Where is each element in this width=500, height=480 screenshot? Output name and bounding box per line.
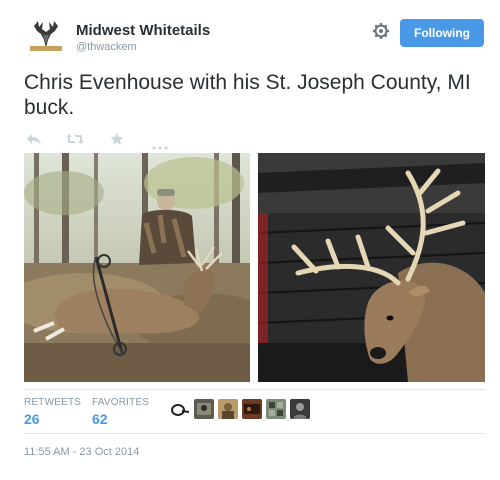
tweet-photo-hunter-with-buck[interactable] [24, 153, 250, 382]
tweet-timestamp[interactable]: 11:55 AM - 23 Oct 2014 [24, 446, 139, 458]
account-avatar[interactable] [28, 18, 64, 54]
avatar[interactable] [266, 399, 286, 419]
retweet-icon[interactable] [66, 132, 84, 146]
tweet-photo-buck-in-truck[interactable] [258, 153, 485, 382]
tweet-text: Chris Evenhouse with his St. Joseph Coun… [24, 71, 471, 119]
favorites-stat[interactable]: FAVORITES 62 [92, 397, 149, 427]
favorites-label: FAVORITES [92, 397, 150, 408]
more-icon[interactable] [152, 137, 168, 151]
tweet-actions [26, 132, 196, 151]
retweets-count[interactable]: 26 [24, 411, 81, 427]
avatar[interactable] [218, 399, 238, 419]
reply-icon[interactable] [26, 132, 42, 146]
tweet-header: Midwest Whitetails @thwackem Following [20, 16, 486, 56]
following-button[interactable]: Following [400, 19, 484, 47]
favorites-count[interactable]: 62 [92, 411, 149, 427]
favorite-icon[interactable] [110, 132, 124, 146]
account-name[interactable]: Midwest Whitetails [76, 22, 210, 39]
avatar[interactable] [290, 399, 310, 419]
gear-icon[interactable] [372, 22, 390, 40]
stats-top-divider [24, 389, 486, 390]
account-handle[interactable]: @thwackem [76, 41, 137, 53]
avatar[interactable] [194, 399, 214, 419]
avatar[interactable] [170, 399, 190, 419]
retweets-label: RETWEETS [24, 397, 82, 408]
retweets-stat[interactable]: RETWEETS 26 [24, 397, 81, 427]
avatar[interactable] [242, 399, 262, 419]
stats-bottom-divider [24, 433, 486, 434]
